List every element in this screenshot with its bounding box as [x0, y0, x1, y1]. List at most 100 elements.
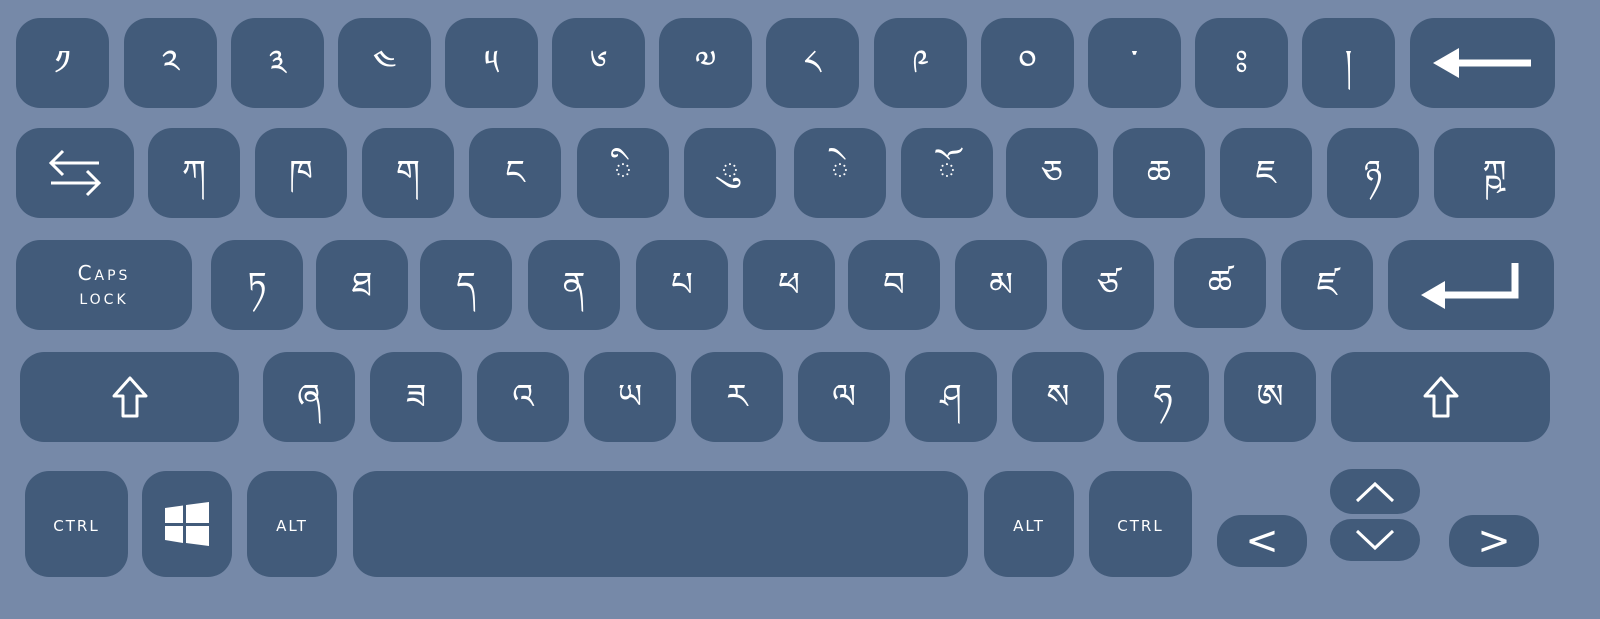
- key-ba[interactable]: བ: [848, 240, 940, 330]
- key-ha[interactable]: ཧ: [1117, 352, 1209, 442]
- arrow-right-label: >: [1477, 518, 1511, 564]
- key-cha[interactable]: ཆ: [1113, 128, 1205, 218]
- left-arrow-icon: [1432, 46, 1533, 80]
- ctrl-label: ctrl: [1117, 512, 1164, 536]
- key-label: ཐ: [351, 265, 373, 305]
- key-label: ༦: [589, 43, 608, 83]
- key-label: ༢: [161, 43, 180, 83]
- key-tibetan-6[interactable]: ༦: [552, 18, 645, 108]
- key-vowel-u[interactable]: ུ: [684, 128, 776, 218]
- key-label: ཨ: [1256, 377, 1284, 417]
- key-tibetan-5[interactable]: ༥: [445, 18, 538, 108]
- key-za[interactable]: ཟ: [370, 352, 462, 442]
- key-dza[interactable]: ཛ: [1281, 240, 1373, 330]
- key-ma[interactable]: མ: [955, 240, 1047, 330]
- key-label: ཕ: [778, 265, 800, 305]
- arrow-up-key[interactable]: [1330, 469, 1420, 514]
- backspace-key[interactable]: [1410, 18, 1555, 108]
- key-label: ཡ: [617, 377, 643, 417]
- arrow-right-key[interactable]: >: [1449, 515, 1539, 567]
- key-label: ་: [1130, 43, 1139, 83]
- key-vowel-o[interactable]: ོ: [901, 128, 993, 218]
- key-tsha[interactable]: ཚ: [1174, 238, 1266, 328]
- key-kha[interactable]: ཁ: [255, 128, 347, 218]
- key-visarga[interactable]: ཿ: [1195, 18, 1288, 108]
- key-label: ད: [456, 265, 476, 305]
- key-pha[interactable]: ཕ: [743, 240, 835, 330]
- key-label: ༨: [803, 43, 822, 83]
- key-tibetan-8[interactable]: ༨: [766, 18, 859, 108]
- spacebar[interactable]: [353, 471, 968, 577]
- key-nga[interactable]: ང: [469, 128, 561, 218]
- enter-key[interactable]: [1388, 240, 1554, 330]
- key-label: ༤: [372, 43, 397, 83]
- right-ctrl-key[interactable]: ctrl: [1089, 471, 1192, 577]
- chevron-down-icon: [1355, 529, 1395, 551]
- key-sa[interactable]: ས: [1012, 352, 1104, 442]
- left-alt-key[interactable]: alt: [247, 471, 337, 577]
- key-label: ཞ: [297, 377, 321, 417]
- left-ctrl-key[interactable]: ctrl: [25, 471, 128, 577]
- key-da[interactable]: ད: [420, 240, 512, 330]
- key-tibetan-1[interactable]: ༡: [16, 18, 109, 108]
- key-shad[interactable]: །: [1302, 18, 1395, 108]
- key-a-chung[interactable]: འ: [477, 352, 569, 442]
- key-vowel-i[interactable]: ི: [577, 128, 669, 218]
- key-label: ཁ: [289, 153, 313, 193]
- key-label: ག: [396, 153, 420, 193]
- key-label: ཙ: [1097, 265, 1119, 305]
- key-label: ཛ: [1316, 265, 1338, 305]
- key-tsa[interactable]: ཙ: [1062, 240, 1154, 330]
- key-label: ས: [1046, 377, 1070, 417]
- chevron-up-icon: [1355, 481, 1395, 503]
- key-tibetan-4[interactable]: ༤: [338, 18, 431, 108]
- key-label: ༡: [54, 43, 71, 83]
- tab-key[interactable]: [16, 128, 134, 218]
- tab-arrows-icon: [47, 148, 103, 198]
- key-label: ཟ: [405, 377, 427, 417]
- shift-arrow-icon: [112, 376, 148, 418]
- key-zha[interactable]: ཞ: [263, 352, 355, 442]
- key-tsheg[interactable]: ་: [1088, 18, 1181, 108]
- arrow-down-key[interactable]: [1330, 519, 1420, 561]
- key-label: ༩: [911, 43, 930, 83]
- key-na[interactable]: ན: [528, 240, 620, 330]
- key-ta[interactable]: ཏ: [211, 240, 303, 330]
- key-ra[interactable]: ར: [691, 352, 783, 442]
- key-label: ུ: [720, 153, 740, 193]
- key-tibetan-3[interactable]: ༣: [231, 18, 324, 108]
- key-tha[interactable]: ཐ: [316, 240, 408, 330]
- caps-lock-key[interactable]: Caps lock: [16, 240, 192, 330]
- windows-key[interactable]: [142, 471, 232, 577]
- key-label: ༥: [483, 43, 500, 83]
- key-tibetan-2[interactable]: ༢: [124, 18, 217, 108]
- left-shift-key[interactable]: [20, 352, 239, 442]
- key-label: ཀྵ: [1482, 153, 1507, 193]
- key-label: ོ: [937, 153, 957, 193]
- key-tibetan-0[interactable]: ༠: [981, 18, 1074, 108]
- key-label: བ: [883, 265, 905, 305]
- key-label: ༣: [268, 43, 287, 83]
- right-shift-key[interactable]: [1331, 352, 1550, 442]
- key-label: ཀ: [182, 153, 206, 193]
- key-sha[interactable]: ཤ: [905, 352, 997, 442]
- key-label: ེ: [830, 153, 850, 193]
- key-tibetan-7[interactable]: ༧: [659, 18, 752, 108]
- key-ka[interactable]: ཀ: [148, 128, 240, 218]
- key-a[interactable]: ཨ: [1224, 352, 1316, 442]
- key-la[interactable]: ལ: [798, 352, 890, 442]
- key-ca[interactable]: ཅ: [1006, 128, 1098, 218]
- key-nya[interactable]: ཉ: [1327, 128, 1419, 218]
- key-ga[interactable]: ག: [362, 128, 454, 218]
- key-pa[interactable]: པ: [636, 240, 728, 330]
- key-label: ༠: [1018, 43, 1037, 83]
- key-ya[interactable]: ཡ: [584, 352, 676, 442]
- key-vowel-e[interactable]: ེ: [794, 128, 886, 218]
- arrow-left-key[interactable]: <: [1217, 515, 1307, 567]
- key-ja[interactable]: ཇ: [1220, 128, 1312, 218]
- right-alt-key[interactable]: alt: [984, 471, 1074, 577]
- alt-label: alt: [276, 512, 308, 536]
- key-label: འ: [512, 377, 534, 417]
- key-kssa[interactable]: ཀྵ: [1434, 128, 1555, 218]
- key-tibetan-9[interactable]: ༩: [874, 18, 967, 108]
